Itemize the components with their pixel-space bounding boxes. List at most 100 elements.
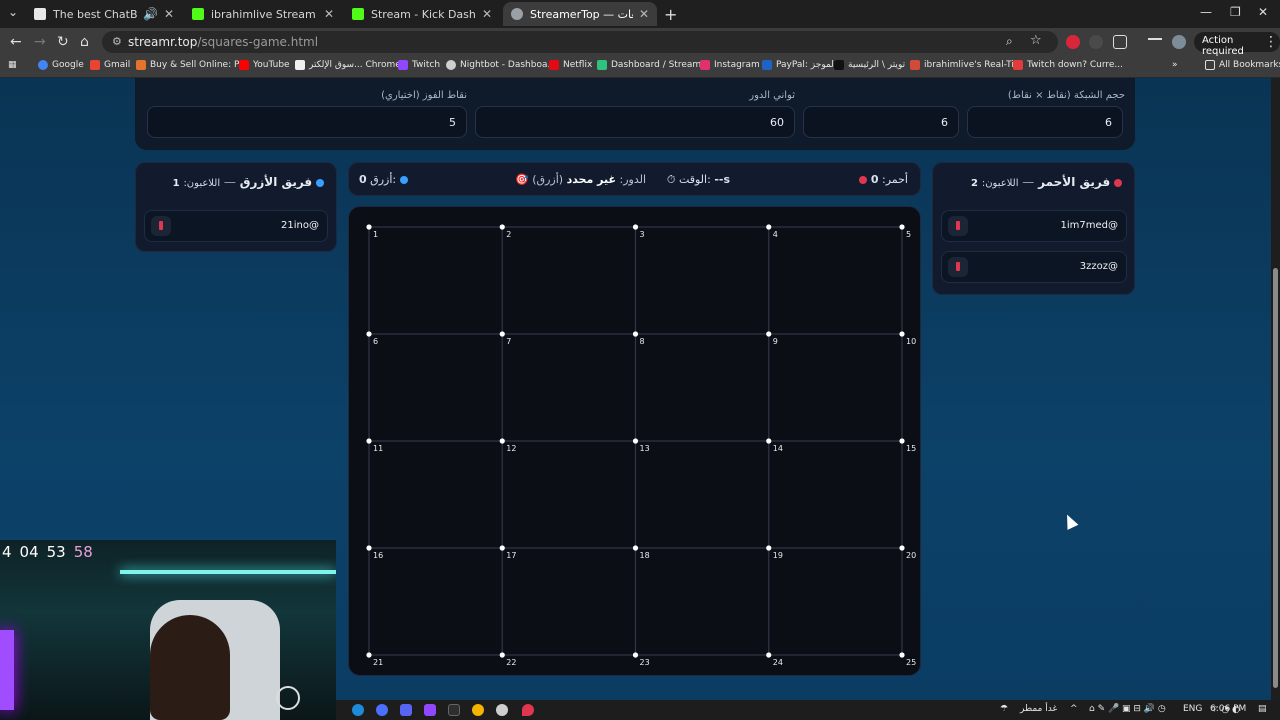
board-dot[interactable]	[899, 545, 905, 551]
board-dot[interactable]	[632, 438, 639, 444]
close-window-button[interactable]: ✕	[1258, 5, 1268, 19]
board-dot[interactable]	[632, 224, 639, 230]
app-icon[interactable]	[448, 704, 460, 716]
extension-icon[interactable]	[1066, 35, 1080, 49]
board-dot[interactable]	[499, 224, 505, 230]
bookmark-gmail[interactable]: Gmail	[90, 60, 130, 70]
minimize-button[interactable]: —	[1200, 5, 1212, 19]
discord-icon[interactable]	[400, 704, 412, 716]
address-bar[interactable]: ⚙ streamr.top/squares-game.html ⌕ ☆	[102, 31, 1058, 53]
turn-seconds-input[interactable]: 60	[475, 106, 795, 138]
weather-text[interactable]: غدأ ممطر	[1020, 704, 1057, 714]
bookmark-instagram[interactable]: Instagram	[700, 60, 760, 70]
bookmark-nightbot[interactable]: Nightbot - Dashboa...	[446, 60, 556, 70]
chrome-icon[interactable]	[472, 704, 484, 716]
reload-icon[interactable]: ↻	[57, 34, 69, 50]
menu-icon[interactable]: ⋮	[1264, 34, 1278, 50]
bookmark-realtime[interactable]: ibrahimlive's Real-Ti...	[910, 60, 1022, 70]
zoom-icon[interactable]: ⌕	[1006, 34, 1013, 49]
board-dot[interactable]	[632, 331, 639, 337]
board-dot[interactable]	[499, 331, 505, 337]
home-icon[interactable]: ⌂	[80, 34, 89, 50]
remove-player-button[interactable]	[948, 216, 968, 236]
paypal-icon	[762, 60, 772, 70]
apps-icon[interactable]: ▦	[8, 60, 17, 70]
board-dot[interactable]	[366, 652, 372, 658]
board-dot[interactable]	[899, 331, 905, 337]
board-dot[interactable]	[899, 224, 905, 230]
maximize-button[interactable]: ❐	[1230, 5, 1241, 19]
clock[interactable]: 6:06 PM	[1210, 704, 1246, 714]
profile-avatar[interactable]	[1172, 35, 1186, 49]
remove-player-button[interactable]	[948, 257, 968, 277]
board-dot[interactable]	[766, 545, 772, 551]
grid-cols-input[interactable]: 6	[967, 106, 1123, 138]
timer-days: 4	[2, 543, 12, 561]
language-indicator[interactable]: ENG	[1183, 704, 1202, 714]
close-tab-icon[interactable]: ✕	[324, 7, 334, 21]
weather-icon[interactable]: ☂	[1000, 704, 1008, 714]
scrollbar-thumb[interactable]	[1273, 268, 1278, 688]
grid-rows-input[interactable]: 6	[803, 106, 959, 138]
board-dot[interactable]	[366, 438, 372, 444]
board-dot[interactable]	[632, 652, 639, 658]
edge-icon[interactable]	[352, 704, 364, 716]
new-tab-button[interactable]: +	[664, 5, 677, 24]
win-points-input[interactable]: 5	[147, 106, 467, 138]
tab-chatbot[interactable]: The best ChatBot and Widg 🔊 ✕	[26, 2, 182, 26]
board-dot[interactable]	[366, 331, 372, 337]
dot-label: 12	[506, 444, 516, 453]
back-icon[interactable]: ←	[10, 34, 22, 50]
tray-chevron-icon[interactable]: ^	[1070, 704, 1078, 714]
board-dot[interactable]	[499, 438, 505, 444]
site-info-icon[interactable]: ⚙	[112, 35, 122, 48]
board-dot[interactable]	[899, 438, 905, 444]
timer-hours: 04	[19, 543, 39, 561]
board-dot[interactable]	[366, 224, 372, 230]
bookmark-buysell[interactable]: Buy & Sell Online: P...	[136, 60, 247, 70]
board-dot[interactable]	[766, 438, 772, 444]
more-bookmarks-icon[interactable]: »	[1172, 60, 1178, 70]
map-pin-icon[interactable]	[522, 704, 534, 716]
turn-value: غير محدد	[566, 173, 616, 186]
remove-player-button[interactable]	[151, 216, 171, 236]
bookmark-dashboard[interactable]: Dashboard / Stream...	[597, 60, 710, 70]
extensions-puzzle-icon[interactable]	[1113, 35, 1127, 49]
board-dot[interactable]	[366, 545, 372, 551]
bookmark-youtube[interactable]: YouTube	[239, 60, 290, 70]
bookmark-twitch-down[interactable]: Twitch down? Curre...	[1013, 60, 1123, 70]
tab-search-icon[interactable]: ⌄	[8, 5, 18, 19]
notifications-icon[interactable]: ▤	[1258, 704, 1267, 714]
tab-kick-dashboard[interactable]: Stream - Kick Dashboard ✕	[344, 2, 500, 26]
board-dot[interactable]	[899, 652, 905, 658]
bookmark-google[interactable]: Google	[38, 60, 84, 70]
bookmark-star-icon[interactable]: ☆	[1030, 33, 1042, 48]
tab-ibrahimlive-stream[interactable]: ibrahimlive Stream - Watch Live ✕	[184, 2, 342, 26]
toolbar: ← → ↻ ⌂ ⚙ streamr.top/squares-game.html …	[0, 28, 1280, 57]
bookmark-twitch[interactable]: Twitch	[398, 60, 440, 70]
bookmark-chrome-store[interactable]: سوق الإلكتر... Chrome	[295, 60, 401, 70]
power-logo-icon	[276, 686, 300, 710]
extension-icon[interactable]	[1089, 35, 1103, 49]
bookmark-paypal[interactable]: PayPal: الموجز	[762, 60, 836, 70]
bookmark-twitter[interactable]: تويتر \ الرئيسية	[834, 60, 905, 70]
board-dot[interactable]	[632, 545, 639, 551]
board-dot[interactable]	[766, 331, 772, 337]
tab-streamertop[interactable]: StreamerTop — لعبة المربعات (Dots & Boxe…	[503, 2, 657, 26]
tray-icons[interactable]: ⌂ ✎ 🎤 ▣ ⊟ 🔊 ◷	[1089, 704, 1166, 714]
close-tab-icon[interactable]: ✕	[164, 7, 174, 21]
bookmark-netflix[interactable]: Netflix	[549, 60, 592, 70]
close-tab-icon[interactable]: ✕	[482, 7, 492, 21]
board-dot[interactable]	[766, 224, 772, 230]
board-dot[interactable]	[499, 652, 505, 658]
forward-icon[interactable]: →	[34, 34, 46, 50]
app-icon[interactable]	[376, 704, 388, 716]
close-tab-icon[interactable]: ✕	[639, 7, 649, 21]
app-icon[interactable]	[424, 704, 436, 716]
all-bookmarks-folder[interactable]: All Bookmarks	[1205, 60, 1280, 70]
board-dot[interactable]	[766, 652, 772, 658]
media-controls-icon[interactable]	[1148, 38, 1162, 46]
board-dot[interactable]	[499, 545, 505, 551]
obs-icon[interactable]	[496, 704, 508, 716]
page-scrollbar[interactable]	[1271, 78, 1280, 700]
